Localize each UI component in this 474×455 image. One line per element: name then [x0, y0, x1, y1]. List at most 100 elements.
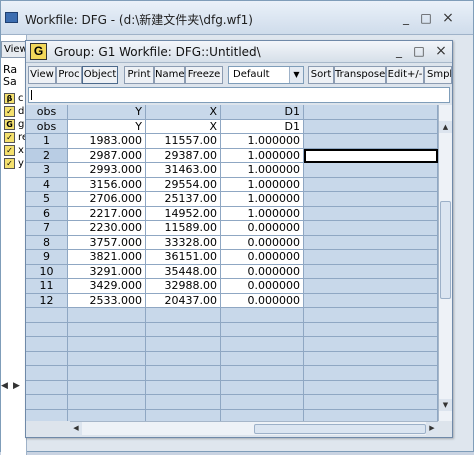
- row-header[interactable]: 6: [26, 206, 68, 221]
- empty-cell[interactable]: [304, 264, 438, 279]
- workfile-object-name[interactable]: g: [18, 119, 24, 130]
- group-minimize-button[interactable]: _: [392, 44, 406, 58]
- empty-cell[interactable]: [26, 351, 68, 366]
- empty-cell[interactable]: [146, 395, 221, 410]
- empty-cell[interactable]: [221, 366, 304, 381]
- scroll-up-icon[interactable]: ▲: [439, 121, 452, 133]
- cell-x[interactable]: 32988.00: [146, 279, 221, 294]
- empty-cell[interactable]: [68, 380, 146, 395]
- empty-cell[interactable]: [304, 322, 438, 337]
- row-header[interactable]: 12: [26, 293, 68, 308]
- smpl-button[interactable]: Smpl: [424, 66, 452, 84]
- empty-cell[interactable]: [221, 351, 304, 366]
- empty-cell[interactable]: [68, 337, 146, 352]
- cell-x[interactable]: 29387.00: [146, 148, 221, 163]
- vertical-scrollbar[interactable]: ▲ ▼: [438, 105, 452, 421]
- scroll-left-icon[interactable]: ◀: [1, 381, 8, 391]
- empty-cell[interactable]: [304, 221, 438, 236]
- cell-d1[interactable]: 0.000000: [221, 293, 304, 308]
- vertical-scroll-thumb[interactable]: [440, 201, 451, 299]
- cell-y[interactable]: 3821.000: [68, 250, 146, 265]
- cell-x[interactable]: 36151.00: [146, 250, 221, 265]
- cell-d1[interactable]: 0.000000: [221, 250, 304, 265]
- empty-cell[interactable]: [26, 380, 68, 395]
- empty-cell[interactable]: [221, 308, 304, 323]
- edit-toggle-button[interactable]: Edit+/-: [386, 66, 424, 84]
- cell-x[interactable]: 11557.00: [146, 134, 221, 149]
- empty-cell[interactable]: [304, 235, 438, 250]
- horizontal-scroll-thumb[interactable]: [254, 424, 426, 434]
- row-header[interactable]: 4: [26, 177, 68, 192]
- workfile-object-name[interactable]: d: [18, 106, 24, 117]
- scroll-right-icon[interactable]: ▶: [13, 381, 20, 391]
- series-object-icon[interactable]: ✓: [4, 106, 15, 117]
- cell-d1[interactable]: 1.000000: [221, 134, 304, 149]
- cell-d1[interactable]: 1.000000: [221, 148, 304, 163]
- empty-cell[interactable]: [304, 192, 438, 207]
- empty-cell[interactable]: [68, 351, 146, 366]
- name-button[interactable]: Name: [154, 66, 185, 84]
- horizontal-scrollbar[interactable]: ◀ ▶: [70, 421, 438, 435]
- empty-cell[interactable]: [304, 380, 438, 395]
- group-close-button[interactable]: ×: [434, 44, 448, 58]
- empty-cell[interactable]: [221, 395, 304, 410]
- series-object-icon[interactable]: ✓: [4, 145, 15, 156]
- scroll-right-icon[interactable]: ▶: [426, 422, 438, 435]
- freeze-button[interactable]: Freeze: [185, 66, 223, 84]
- empty-cell[interactable]: [146, 366, 221, 381]
- empty-cell[interactable]: [304, 395, 438, 410]
- empty-cell[interactable]: [304, 308, 438, 323]
- cell-y[interactable]: 3291.000: [68, 264, 146, 279]
- empty-cell[interactable]: [304, 163, 438, 178]
- empty-cell[interactable]: [304, 206, 438, 221]
- empty-cell[interactable]: [304, 337, 438, 352]
- cell-x[interactable]: 14952.00: [146, 206, 221, 221]
- empty-cell[interactable]: [26, 322, 68, 337]
- empty-cell[interactable]: [304, 351, 438, 366]
- column-header-x[interactable]: X: [146, 105, 221, 120]
- workfile-object-name[interactable]: y: [18, 158, 24, 169]
- empty-cell[interactable]: [304, 409, 438, 421]
- group-object-icon[interactable]: G: [4, 119, 15, 130]
- selected-cell[interactable]: [304, 148, 438, 163]
- cell-y[interactable]: 2217.000: [68, 206, 146, 221]
- workfile-object-name[interactable]: c: [18, 93, 24, 104]
- row-header[interactable]: obs: [26, 119, 68, 134]
- column-header-y[interactable]: Y: [68, 105, 146, 120]
- object-button[interactable]: Object: [82, 66, 118, 84]
- row-header[interactable]: 9: [26, 250, 68, 265]
- empty-cell[interactable]: [68, 322, 146, 337]
- column-header-obs[interactable]: obs: [26, 105, 68, 120]
- format-select[interactable]: Default ▼: [228, 66, 304, 84]
- empty-cell[interactable]: [26, 337, 68, 352]
- cell-y[interactable]: 2706.000: [68, 192, 146, 207]
- cell-edit-input[interactable]: [28, 87, 450, 103]
- cell-x[interactable]: 20437.00: [146, 293, 221, 308]
- series-name-cell[interactable]: Y: [68, 119, 146, 134]
- cell-d1[interactable]: 0.000000: [221, 221, 304, 236]
- workfile-close-button[interactable]: ×: [441, 11, 455, 25]
- cell-x[interactable]: 35448.00: [146, 264, 221, 279]
- empty-cell[interactable]: [304, 366, 438, 381]
- empty-cell[interactable]: [146, 337, 221, 352]
- empty-cell[interactable]: [304, 293, 438, 308]
- cell-y[interactable]: 3429.000: [68, 279, 146, 294]
- scroll-down-icon[interactable]: ▼: [439, 399, 452, 411]
- cell-d1[interactable]: 1.000000: [221, 163, 304, 178]
- cell-y[interactable]: 2993.000: [68, 163, 146, 178]
- empty-cell[interactable]: [304, 119, 438, 134]
- transpose-button[interactable]: Transpose: [334, 66, 386, 84]
- cell-x[interactable]: 11589.00: [146, 221, 221, 236]
- empty-cell[interactable]: [221, 322, 304, 337]
- row-header[interactable]: 2: [26, 148, 68, 163]
- view-button[interactable]: View: [28, 66, 56, 84]
- row-header[interactable]: 5: [26, 192, 68, 207]
- series-object-icon[interactable]: ✓: [4, 158, 15, 169]
- sort-button[interactable]: Sort: [308, 66, 334, 84]
- workfile-view-button[interactable]: View: [1, 41, 26, 58]
- scroll-left-icon[interactable]: ◀: [70, 422, 82, 435]
- empty-cell[interactable]: [68, 395, 146, 410]
- cell-x[interactable]: 25137.00: [146, 192, 221, 207]
- cell-d1[interactable]: 0.000000: [221, 279, 304, 294]
- group-maximize-button[interactable]: □: [412, 44, 426, 58]
